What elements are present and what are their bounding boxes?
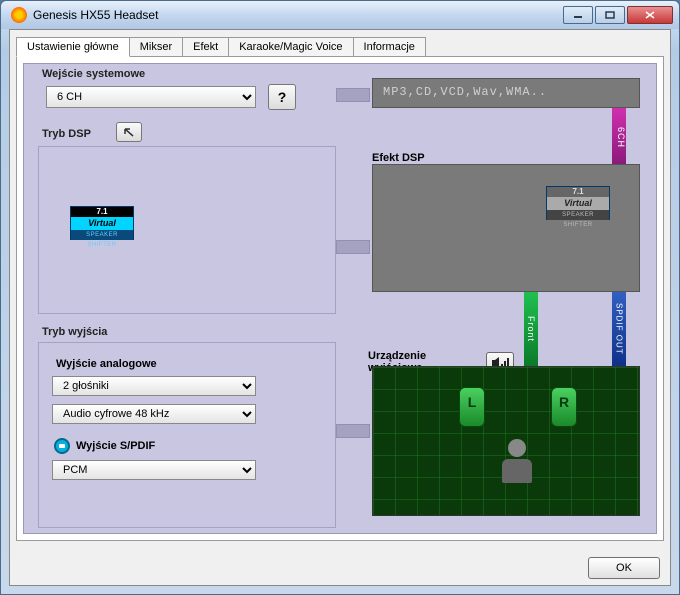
listener-icon [499, 439, 535, 483]
spdif-select[interactable]: PCM [52, 460, 256, 480]
output-mode-label: Tryb wyjścia [42, 326, 107, 338]
system-input-select[interactable]: 6 CH [46, 86, 256, 108]
maximize-button[interactable] [595, 6, 625, 24]
app-icon [11, 7, 27, 23]
spdif-label: Wyjście S/PDIF [76, 440, 155, 452]
ok-button[interactable]: OK [588, 557, 660, 579]
tabstrip: Ustawienie główne Mikser Efekt Karaoke/M… [10, 30, 670, 56]
system-input-label: Wejście systemowe [42, 68, 145, 80]
footer-bar: OK [588, 557, 660, 579]
band-front: Front [524, 292, 538, 366]
tab-main-settings[interactable]: Ustawienie główne [16, 37, 130, 57]
analog-speakers-select[interactable]: 2 głośniki [52, 376, 256, 396]
dsp-back-button[interactable] [116, 122, 142, 142]
tab-effect[interactable]: Efekt [182, 37, 229, 57]
band-spdif: SPDIF OUT [612, 292, 626, 366]
tab-mixer[interactable]: Mikser [129, 37, 183, 57]
minimize-button[interactable] [563, 6, 593, 24]
virtual71-badge-gray[interactable]: 7.1 Virtual SPEAKER SHIFTER [546, 186, 610, 220]
virtual71-badge[interactable]: 7.1 Virtual SPEAKER SHIFTER [70, 206, 134, 240]
tab-panel: Wejście systemowe 6 CH ? Tryb DSP 7.1 Vi… [16, 56, 664, 541]
dsp-effect-label: Efekt DSP [372, 152, 425, 164]
analog-output-label: Wyjście analogowe [56, 358, 157, 370]
app-window: Genesis HX55 Headset Ustawienie główne M… [0, 0, 680, 595]
dsp-effect-box [372, 164, 640, 292]
connector-icon [336, 88, 370, 102]
digital-audio-select[interactable]: Audio cyfrowe 48 kHz [52, 404, 256, 424]
speaker-right[interactable]: R [551, 387, 577, 427]
dsp-mode-label: Tryb DSP [42, 128, 91, 140]
output-device-visual[interactable]: L R [372, 366, 640, 516]
band-6ch: 6CH [612, 108, 626, 164]
speaker-left[interactable]: L [459, 387, 485, 427]
arrow-upleft-icon [122, 126, 136, 138]
tab-info[interactable]: Informacje [353, 37, 426, 57]
window-title: Genesis HX55 Headset [33, 8, 563, 22]
main-panel: Wejście systemowe 6 CH ? Tryb DSP 7.1 Vi… [23, 63, 657, 534]
connector-icon [336, 240, 370, 254]
spdif-icon [54, 438, 70, 454]
tab-karaoke[interactable]: Karaoke/Magic Voice [228, 37, 353, 57]
formats-display: MP3,CD,VCD,Wav,WMA.. [372, 78, 640, 108]
titlebar[interactable]: Genesis HX55 Headset [1, 1, 679, 29]
connector-icon [336, 424, 370, 438]
close-button[interactable] [627, 6, 673, 24]
content-area: Ustawienie główne Mikser Efekt Karaoke/M… [9, 29, 671, 586]
help-button[interactable]: ? [268, 84, 296, 110]
